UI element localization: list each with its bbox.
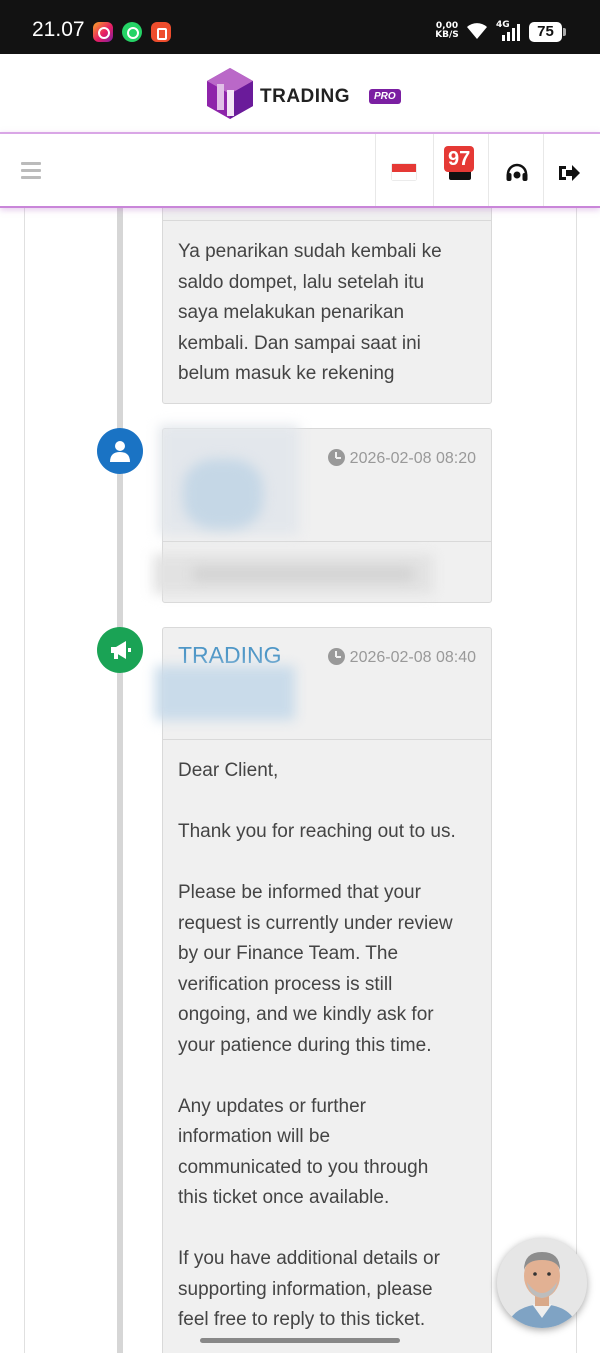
logout-icon[interactable] bbox=[557, 162, 581, 184]
message-author[interactable]: TRADING bbox=[178, 642, 282, 669]
menu-icon[interactable] bbox=[21, 162, 41, 180]
message-time: 2026-02-08 08:40 bbox=[327, 648, 476, 667]
message-card: Ya penarikan sudah kembali ke saldo domp… bbox=[162, 208, 492, 404]
agent-avatar[interactable] bbox=[497, 1238, 587, 1328]
instagram-icon bbox=[93, 22, 113, 42]
live-chat-button[interactable] bbox=[497, 1238, 587, 1328]
message-card: 2026-02-08 08:20 bbox=[153, 425, 492, 603]
message-header bbox=[163, 208, 491, 221]
net-speed: 0,00 KB/S bbox=[434, 22, 460, 40]
message-header: 2026-02-08 08:20 bbox=[159, 425, 491, 542]
brand-name: TRADING bbox=[260, 86, 351, 107]
message-body: Dear Client, Thank you for reaching out … bbox=[178, 760, 456, 1330]
redacted-author-detail bbox=[155, 666, 295, 720]
megaphone-icon bbox=[97, 627, 143, 673]
clock-icon bbox=[327, 648, 345, 665]
notification-badge: 97 bbox=[444, 146, 475, 172]
indonesia-flag-icon[interactable] bbox=[392, 164, 416, 180]
net-speed-unit: KB/S bbox=[435, 30, 459, 40]
message-time-text: 2026-02-08 08:40 bbox=[349, 649, 476, 666]
user-avatar-icon bbox=[97, 428, 143, 474]
message-card: TRADING 2026-02-08 08:40 Dear Client, Th… bbox=[155, 627, 492, 1353]
wifi-icon bbox=[467, 23, 487, 39]
brand-tag: PRO bbox=[369, 89, 401, 104]
redacted-message-detail bbox=[193, 567, 413, 581]
shopee-icon bbox=[151, 22, 171, 42]
battery-icon: 75 bbox=[529, 22, 566, 42]
top-navbar: 97 bbox=[0, 132, 600, 208]
timeline-line bbox=[117, 208, 123, 1353]
whatsapp-icon bbox=[122, 22, 142, 42]
message-time-text: 2026-02-08 08:20 bbox=[349, 450, 476, 467]
clock-icon bbox=[327, 449, 345, 466]
brand-header: TRADING PRO bbox=[0, 54, 600, 132]
network-type: 4G bbox=[496, 20, 510, 30]
message-body: Ya penarikan sudah kembali ke saldo domp… bbox=[178, 241, 442, 384]
message-time: 2026-02-08 08:20 bbox=[327, 449, 476, 468]
home-indicator bbox=[200, 1338, 400, 1343]
headset-icon[interactable] bbox=[505, 162, 529, 184]
ticket-thread: Ya penarikan sudah kembali ke saldo domp… bbox=[0, 208, 600, 1353]
redacted-name-detail bbox=[183, 459, 263, 529]
status-bar: 21.07 0,00 KB/S 4G 75 bbox=[0, 0, 600, 54]
message-header: TRADING 2026-02-08 08:40 bbox=[155, 628, 491, 740]
status-time: 21.07 bbox=[32, 18, 85, 41]
logo-icon bbox=[207, 68, 253, 119]
